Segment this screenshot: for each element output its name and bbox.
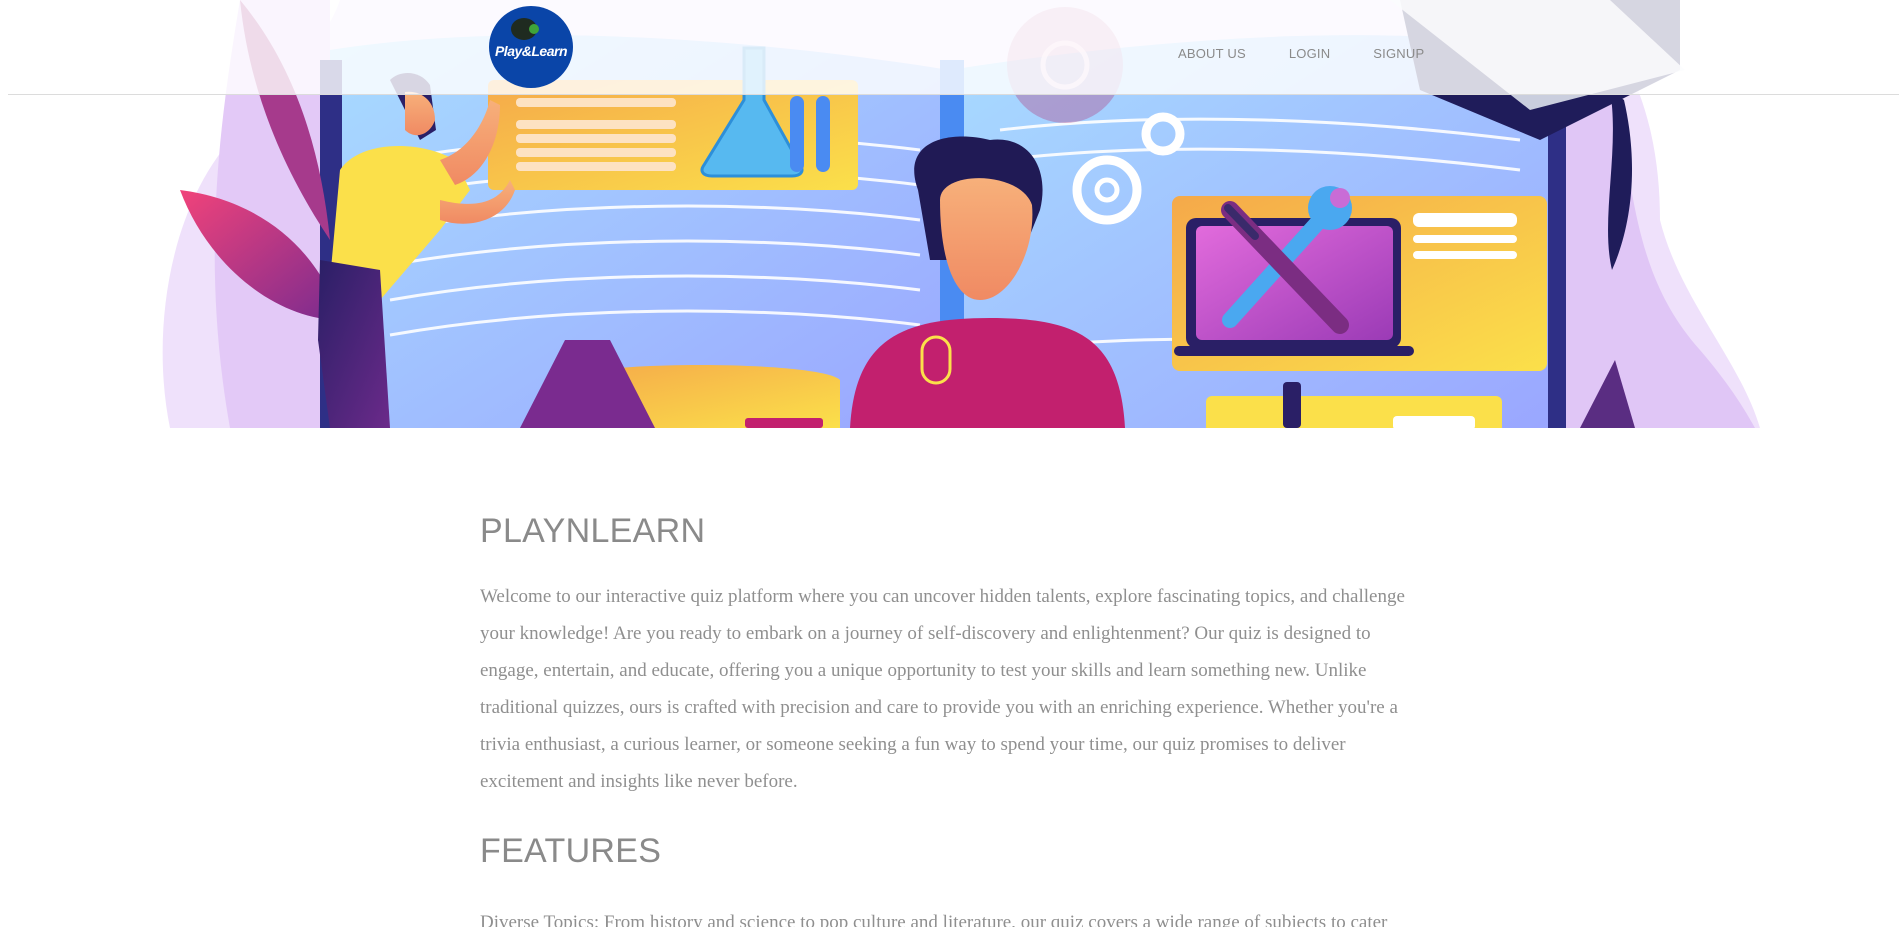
- logo-icon[interactable]: Play&Learn: [489, 6, 573, 88]
- features-heading: FEATURES: [480, 832, 662, 870]
- nav-link-about-us[interactable]: ABOUT US: [1178, 46, 1246, 61]
- logo-bug-dot: [529, 24, 539, 34]
- nav-link-login[interactable]: LOGIN: [1289, 46, 1330, 61]
- navbar: Play&Learn ABOUT US LOGIN SIGNUP: [8, 0, 1899, 95]
- logo-text: Play&Learn: [494, 43, 568, 59]
- nav-link-signup[interactable]: SIGNUP: [1373, 46, 1424, 61]
- main-content: PLAYNLEARN Welcome to our interactive qu…: [480, 510, 1410, 927]
- nav-links: ABOUT US LOGIN SIGNUP: [1178, 46, 1467, 61]
- intro-paragraph: Welcome to our interactive quiz platform…: [480, 586, 1405, 792]
- page-title: PLAYNLEARN: [480, 512, 706, 550]
- features-paragraph: Diverse Topics: From history and science…: [480, 912, 1388, 927]
